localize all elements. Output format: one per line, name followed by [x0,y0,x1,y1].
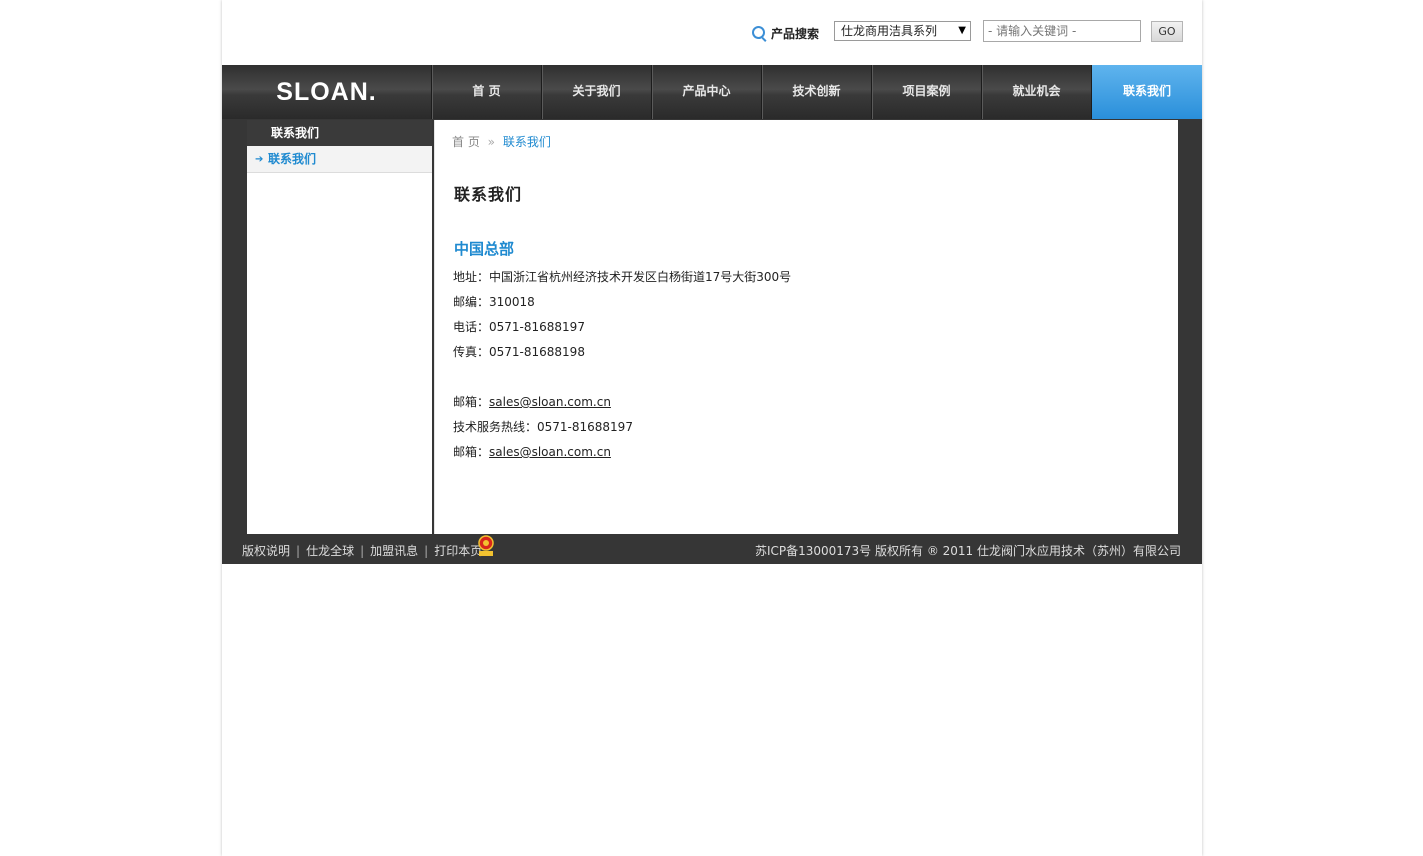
go-button[interactable]: GO [1151,21,1183,42]
section-title: 中国总部 [454,240,515,258]
footer-separator: | [360,544,365,558]
sidebar: 联系我们 ➔ 联系我们 [247,120,432,534]
footer-link-global[interactable]: 仕龙全球 [306,544,354,558]
nav-item-innovation[interactable]: 技术创新 [761,65,871,119]
footer-link-copyright[interactable]: 版权说明 [242,544,290,558]
email-line: 邮箱：sales@sloan.com.cn [453,393,611,410]
postcode-line: 邮编：310018 [453,295,535,309]
sidebar-heading: 联系我们 [247,120,432,146]
breadcrumb-separator: » [487,135,495,149]
footer-links: 版权说明 | 仕龙全球 | 加盟讯息 | 打印本页 [242,542,482,559]
footer-separator: | [296,544,301,558]
copyright-text: 苏ICP备13000173号 版权所有 ® 2011 仕龙阀门水应用技术（苏州）… [754,544,1181,558]
phone-line: 电话：0571-81688197 [453,320,585,334]
search-label: 产品搜索 [771,27,820,41]
nav-item-home[interactable]: 首 页 [431,65,541,119]
category-select[interactable]: 仕龙商用洁具系列 ▼ [834,21,971,41]
email-link[interactable]: sales@sloan.com.cn [489,395,611,409]
email2-link[interactable]: sales@sloan.com.cn [489,445,611,459]
email2-label: 邮箱： [453,445,490,459]
hotline-line: 技术服务热线：0571-81688197 [453,420,633,434]
main-nav: SLOAN. 首 页 关于我们 产品中心 技术创新 项目案例 就业机会 联系我们 [222,65,1202,119]
sidebar-item-label: 联系我们 [268,152,317,166]
breadcrumb-home[interactable]: 首 页 [452,135,480,149]
top-search-bar: 产品搜索 仕龙商用洁具系列 ▼ GO [222,0,1202,65]
nav-item-contact[interactable]: 联系我们 [1091,65,1202,119]
police-badge-icon[interactable] [477,535,495,557]
nav-item-careers[interactable]: 就业机会 [981,65,1091,119]
footer: 版权说明 | 仕龙全球 | 加盟讯息 | 打印本页 苏ICP备13000173号 版权所有 … [222,534,1202,564]
keyword-input[interactable] [983,20,1141,42]
page: 产品搜索 仕龙商用洁具系列 ▼ GO SLOAN. 首 页 关于我们 产品中心 … [222,0,1202,856]
main-area: 联系我们 ➔ 联系我们 首 页 » 联系我们 联系我们 中国总部 地址：中国浙江… [222,119,1202,534]
footer-separator: | [424,544,429,558]
nav-item-products[interactable]: 产品中心 [651,65,761,119]
nav-item-projects[interactable]: 项目案例 [871,65,981,119]
fax-line: 传真：0571-81688198 [453,345,585,359]
dropdown-arrow-icon: ▼ [958,25,966,36]
footer-link-franchise[interactable]: 加盟讯息 [370,544,418,558]
arrow-right-icon: ➔ [255,154,264,165]
sloan-logo[interactable]: SLOAN. [222,65,431,119]
address-line: 地址：中国浙江省杭州经济技术开发区白杨街道17号大街300号 [453,270,792,284]
category-select-value: 仕龙商用洁具系列 [841,24,938,38]
email-label: 邮箱： [453,395,490,409]
page-title: 联系我们 [454,185,523,204]
sidebar-item-contact[interactable]: ➔ 联系我们 [247,146,432,173]
breadcrumb-current[interactable]: 联系我们 [503,135,551,149]
email2-line: 邮箱：sales@sloan.com.cn [453,443,611,460]
nav-item-about[interactable]: 关于我们 [541,65,651,119]
content-panel: 首 页 » 联系我们 联系我们 中国总部 地址：中国浙江省杭州经济技术开发区白杨… [434,120,1178,534]
footer-link-print[interactable]: 打印本页 [434,544,482,558]
search-icon [752,26,765,39]
breadcrumb: 首 页 » 联系我们 [452,133,551,150]
